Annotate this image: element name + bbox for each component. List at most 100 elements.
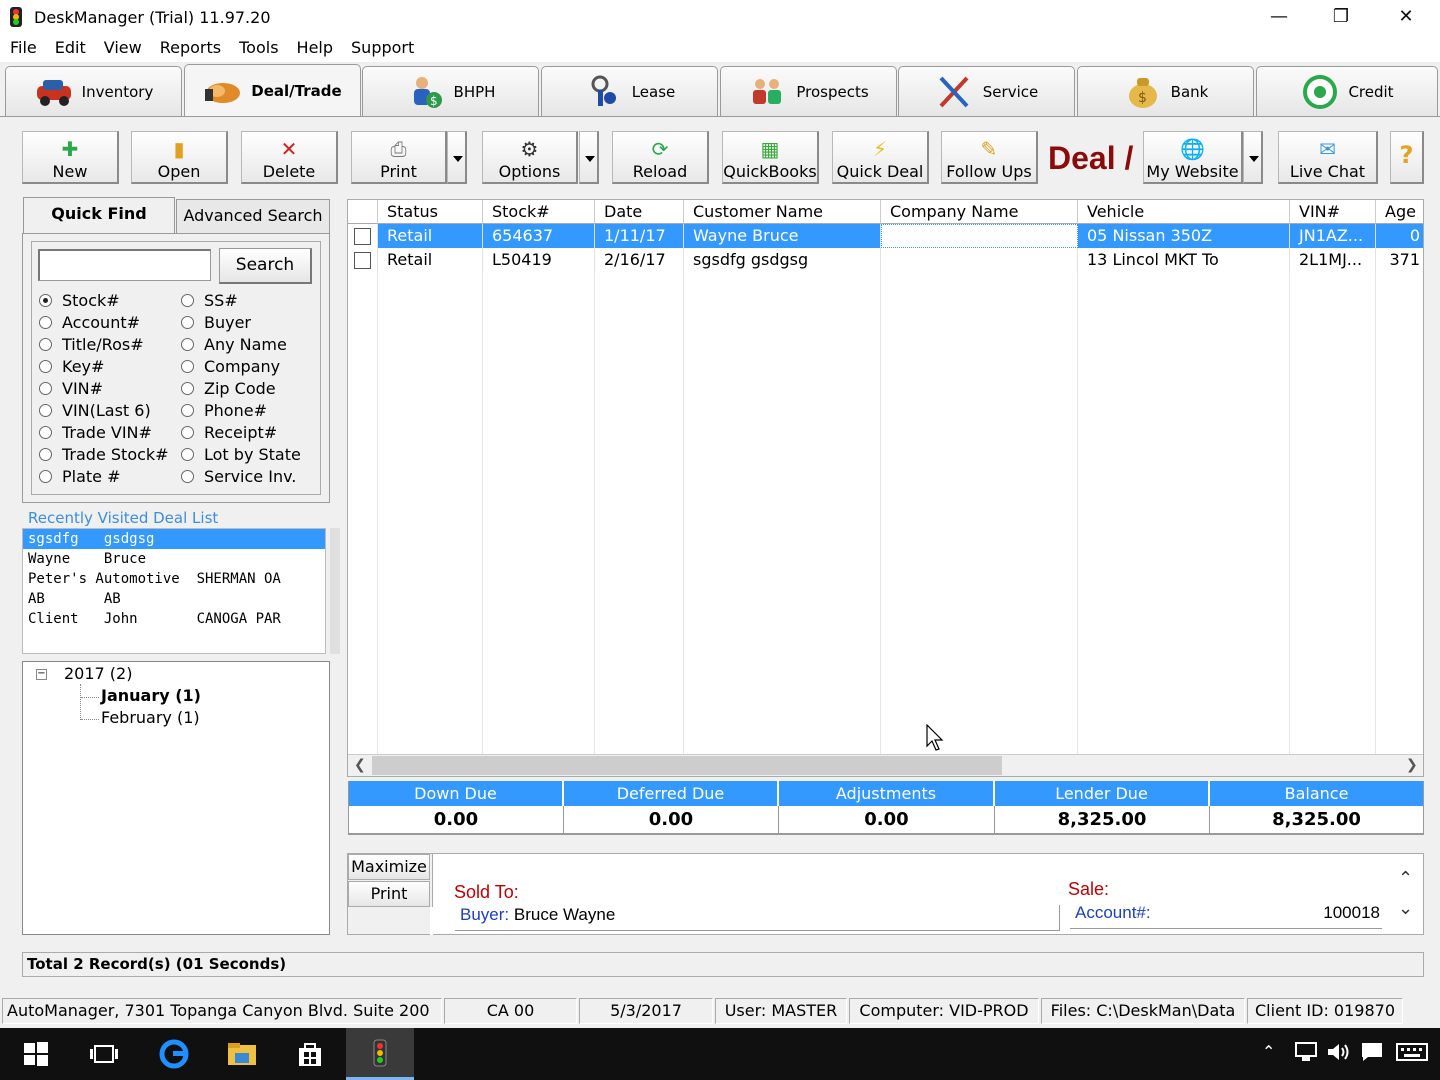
radio-title-ros[interactable]: Title/Ros# [39,333,174,355]
list-item[interactable]: sgsdfg gsdgsg [23,529,325,549]
table-row[interactable]: Retail L50419 2/16/17 sgsdfg gsdgsg 13 L… [348,248,1423,272]
options-dropdown-button[interactable] [579,131,599,184]
radio-buyer[interactable]: Buyer [181,311,319,333]
radio-account[interactable]: Account# [39,311,174,333]
maximize-button[interactable]: Maximize [348,854,430,880]
menu-edit[interactable]: Edit [45,34,94,57]
menu-support[interactable]: Support [341,34,422,57]
column-header-customer[interactable]: Customer Name [684,200,881,224]
menu-help[interactable]: Help [287,34,341,57]
table-row[interactable]: Retail 654637 1/11/17 Wayne Bruce 05 Nis… [348,224,1423,248]
tree-node-year[interactable]: 2017 (2) [64,664,132,683]
menu-file[interactable]: File [0,34,45,57]
radio-any-name[interactable]: Any Name [181,333,319,355]
radio-stock[interactable]: Stock# [39,289,174,311]
live-chat-button[interactable]: ✉ Live Chat [1278,131,1378,184]
tree-node-february[interactable]: February (1) [101,708,200,727]
tab-advanced-search[interactable]: Advanced Search [176,199,330,233]
volume-icon[interactable] [1326,1041,1352,1067]
search-button[interactable]: Search [219,248,312,284]
task-view-icon[interactable] [70,1028,138,1080]
new-button[interactable]: ✚ New [22,131,119,184]
notification-icon[interactable] [1360,1041,1384,1067]
radio-trade-stock[interactable]: Trade Stock# [39,443,174,465]
tab-lease[interactable]: Lease [541,66,718,116]
scroll-left-icon[interactable]: ❮ [354,757,366,773]
horizontal-scroll-thumb[interactable] [372,756,1002,775]
list-item[interactable]: Client John CANOGA PAR [23,609,325,629]
column-header-vehicle[interactable]: Vehicle [1078,200,1290,224]
radio-receipt[interactable]: Receipt# [181,421,319,443]
detail-print-button[interactable]: Print [348,881,430,907]
column-header-vin[interactable]: VIN# [1290,200,1376,224]
list-item[interactable]: AB AB [23,589,325,609]
column-header-company[interactable]: Company Name [881,200,1078,224]
row-select-cell[interactable] [348,224,378,248]
row-checkbox[interactable] [354,252,371,269]
radio-plate[interactable]: Plate # [39,465,174,487]
row-checkbox[interactable] [354,228,371,245]
menu-reports[interactable]: Reports [150,34,229,57]
quickbooks-button[interactable]: ▦ QuickBooks [722,131,819,184]
follow-ups-button[interactable]: ✎ Follow Ups [941,131,1038,184]
menu-view[interactable]: View [94,34,150,57]
radio-ss[interactable]: SS# [181,289,319,311]
tab-label: Credit [1348,82,1394,101]
open-button[interactable]: ▮ Open [131,131,228,184]
tab-quick-find[interactable]: Quick Find [23,197,175,233]
column-header-status[interactable]: Status [378,200,483,224]
options-button[interactable]: ⚙ Options [482,131,578,184]
radio-vin[interactable]: VIN# [39,377,174,399]
radio-phone[interactable]: Phone# [181,399,319,421]
print-button[interactable]: ⎙ Print [351,131,447,184]
row-select-cell[interactable] [348,248,378,272]
menu-tools[interactable]: Tools [229,34,286,57]
edge-browser-icon[interactable] [140,1028,208,1080]
tab-deal-trade[interactable]: Deal/Trade [184,64,361,118]
website-dropdown-button[interactable] [1243,131,1263,184]
column-header-select[interactable] [348,200,378,224]
tab-bank[interactable]: $ Bank [1077,66,1254,116]
radio-lot-by-state[interactable]: Lot by State [181,443,319,465]
radio-trade-vin[interactable]: Trade VIN# [39,421,174,443]
tree-node-january[interactable]: January (1) [101,686,201,705]
detail-scroll-down-icon[interactable]: ⌄ [1398,898,1413,919]
tab-inventory[interactable]: Inventory [5,66,182,116]
radio-zip-code[interactable]: Zip Code [181,377,319,399]
column-header-stock[interactable]: Stock# [483,200,595,224]
delete-button[interactable]: ✕ Delete [241,131,338,184]
windows-start-icon[interactable] [2,1028,70,1080]
help-button[interactable]: ? [1390,131,1424,184]
radio-company[interactable]: Company [181,355,319,377]
collapse-icon[interactable]: − [36,669,47,680]
store-icon[interactable] [276,1028,344,1080]
close-button[interactable]: ✕ [1375,0,1437,34]
my-website-button[interactable]: 🌐 My Website [1143,131,1243,184]
tab-service[interactable]: Service [898,66,1075,116]
deskmanager-taskbar-icon[interactable] [346,1028,414,1080]
print-dropdown-button[interactable] [447,131,467,184]
column-header-date[interactable]: Date [595,200,684,224]
keyboard-icon[interactable] [1396,1043,1428,1065]
restore-button[interactable]: ❐ [1310,0,1372,34]
list-item[interactable]: Wayne Bruce [23,549,325,569]
radio-vin-last6[interactable]: VIN(Last 6) [39,399,174,421]
recent-deal-list[interactable]: sgsdfg gsdgsg Wayne Bruce Peter's Automo… [22,528,326,654]
scroll-right-icon[interactable]: ❯ [1406,757,1418,773]
search-input[interactable] [38,249,211,281]
detail-scroll-up-icon[interactable]: ⌃ [1398,868,1413,889]
minimize-button[interactable]: — [1248,0,1310,34]
reload-button[interactable]: ⟳ Reload [612,131,709,184]
network-icon[interactable] [1294,1041,1318,1067]
column-header-age[interactable]: Age [1376,200,1423,224]
radio-key[interactable]: Key# [39,355,174,377]
tab-prospects[interactable]: Prospects [720,66,897,116]
tab-credit[interactable]: Credit [1256,66,1438,116]
quick-deal-button[interactable]: ⚡ Quick Deal [832,131,929,184]
list-item[interactable]: Peter's Automotive SHERMAN OA [23,569,325,589]
show-hidden-icons-icon[interactable]: ⌃ [1262,1042,1275,1061]
file-explorer-icon[interactable] [208,1028,276,1080]
recent-list-scrollbar[interactable] [330,528,340,654]
radio-service-inv[interactable]: Service Inv. [181,465,319,487]
tab-bhph[interactable]: $ BHPH [362,66,539,116]
